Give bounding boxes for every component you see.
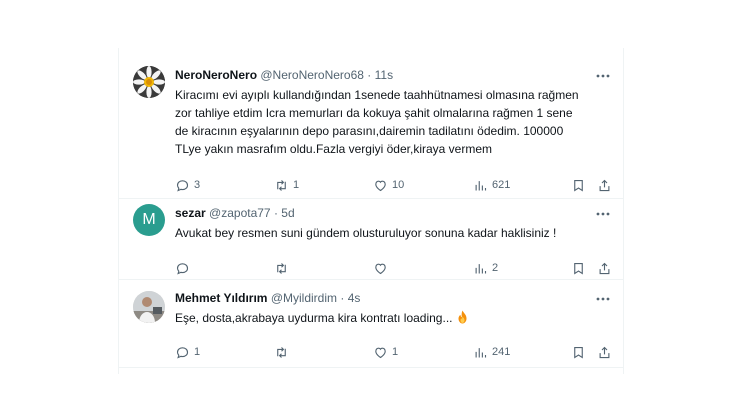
share-icon: [599, 262, 610, 274]
tweet-text-content: Eşe, dosta,akrabaya uydurma kira kontrat…: [175, 311, 453, 325]
bookmark-icon: [574, 346, 583, 359]
views-chart-icon: [475, 263, 487, 273]
tweet-text: Avukat bey resmen suni gündem olusturulu…: [175, 224, 615, 242]
timestamp[interactable]: 4s: [348, 291, 361, 305]
tweet[interactable]: Mehmet Yıldırım @Myildirdim · 4s Eşe, do…: [119, 279, 623, 368]
dot-separator: ·: [340, 291, 345, 305]
views-chart-icon: [475, 180, 487, 190]
tweet-header: Mehmet Yıldırım @Myildirdim · 4s: [175, 291, 593, 305]
like-count: 1: [392, 346, 399, 358]
repost-button[interactable]: [274, 343, 293, 361]
view-count: 621: [492, 179, 511, 191]
heart-icon: [375, 180, 386, 191]
like-button[interactable]: 1: [373, 343, 398, 361]
repost-button[interactable]: [274, 259, 293, 277]
share-button[interactable]: [597, 259, 612, 277]
person-photo-avatar-icon: [133, 291, 165, 323]
share-button[interactable]: [597, 343, 612, 361]
daisy-avatar-icon: [133, 66, 165, 98]
more-options-icon[interactable]: [595, 70, 611, 82]
like-count: 10: [392, 179, 405, 191]
bookmark-icon: [574, 179, 583, 192]
repost-icon: [277, 262, 286, 274]
tweet-actions: 1 1 241: [175, 343, 611, 361]
timestamp[interactable]: 5d: [281, 206, 294, 220]
display-name[interactable]: sezar: [175, 206, 206, 220]
handle[interactable]: @NeroNeroNero68: [260, 68, 364, 82]
like-button[interactable]: [373, 259, 392, 277]
tweet-actions: 2: [175, 259, 611, 277]
reply-icon: [176, 346, 189, 358]
handle[interactable]: @zapota77: [209, 206, 271, 220]
bookmark-button[interactable]: [571, 343, 586, 361]
tweet-text-line: TLye yakın masrafım oldu.Fazla vergiyi ö…: [175, 142, 492, 156]
reply-button[interactable]: [175, 259, 194, 277]
bookmark-button[interactable]: [571, 176, 586, 194]
fire-emoji-icon: [458, 310, 467, 324]
tweet-text-line: Eşe, dosta,akrabaya uydurma kira kontrat…: [175, 309, 615, 327]
share-icon: [599, 179, 610, 191]
reply-icon: [176, 179, 189, 191]
reply-icon: [176, 262, 189, 274]
view-count: 241: [492, 346, 511, 358]
tweet-feed: NeroNeroNero @NeroNeroNero68 · 11s Kirac…: [118, 48, 624, 374]
heart-icon: [375, 347, 386, 358]
tweet-text-line: de kiracının eşyalarının depo parasını,d…: [175, 124, 564, 138]
tweet-header: NeroNeroNero @NeroNeroNero68 · 11s: [175, 68, 593, 82]
handle[interactable]: @Myildirdim: [271, 291, 337, 305]
reply-count: 3: [194, 179, 201, 191]
tweet[interactable]: M sezar @zapota77 · 5d Avukat bey resmen…: [119, 198, 623, 280]
avatar[interactable]: [133, 66, 165, 98]
share-icon: [599, 346, 610, 358]
more-options-icon[interactable]: [595, 293, 611, 305]
timestamp[interactable]: 11s: [375, 68, 393, 82]
like-button[interactable]: 10: [373, 176, 404, 194]
dot-separator: ·: [273, 206, 278, 220]
reply-button[interactable]: 3: [175, 176, 200, 194]
repost-button[interactable]: 1: [274, 176, 299, 194]
tweet-text-line: Avukat bey resmen suni gündem olusturulu…: [175, 226, 557, 240]
tweet-text: Eşe, dosta,akrabaya uydurma kira kontrat…: [175, 309, 615, 327]
views-button[interactable]: 621: [473, 176, 510, 194]
more-options-icon[interactable]: [595, 208, 611, 220]
share-button[interactable]: [597, 176, 612, 194]
avatar[interactable]: M: [133, 204, 165, 236]
reply-count: 1: [194, 346, 201, 358]
tweet[interactable]: NeroNeroNero @NeroNeroNero68 · 11s Kirac…: [119, 60, 623, 199]
views-chart-icon: [475, 347, 487, 357]
repost-icon: [277, 179, 286, 191]
dot-separator: ·: [367, 68, 372, 82]
tweet-text-line: zor tahliye etdim Icra memurları da koku…: [175, 106, 573, 120]
repost-icon: [277, 346, 286, 358]
tweet-header: sezar @zapota77 · 5d: [175, 206, 593, 220]
heart-icon: [375, 263, 386, 274]
tweet-text: Kiracımı evi ayıplı kullandığından 1sene…: [175, 86, 615, 158]
bookmark-icon: [574, 262, 583, 275]
avatar[interactable]: [133, 291, 165, 323]
views-button[interactable]: 2: [473, 259, 498, 277]
repost-count: 1: [293, 179, 300, 191]
reply-button[interactable]: 1: [175, 343, 200, 361]
bookmark-button[interactable]: [571, 259, 586, 277]
views-button[interactable]: 241: [473, 343, 510, 361]
display-name[interactable]: NeroNeroNero: [175, 68, 257, 82]
display-name[interactable]: Mehmet Yıldırım: [175, 291, 267, 305]
tweet-actions: 3 1 10 621: [175, 176, 611, 194]
tweet-text-line: Kiracımı evi ayıplı kullandığından 1sene…: [175, 88, 579, 102]
view-count: 2: [492, 262, 499, 274]
